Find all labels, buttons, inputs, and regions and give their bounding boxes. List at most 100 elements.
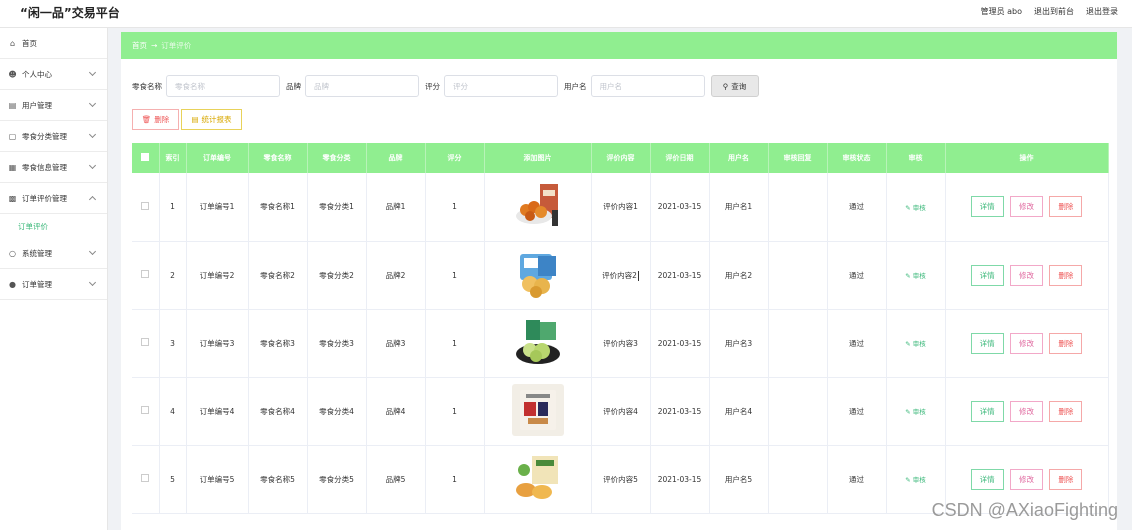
column-header: 索引	[159, 143, 187, 173]
approve-label: 审核	[912, 340, 926, 348]
column-header[interactable]: 评分	[425, 143, 485, 173]
stats-report-button[interactable]: ▤ 统计报表	[181, 109, 242, 130]
row-checkbox[interactable]	[141, 270, 150, 278]
category-cell: 零食分类4	[307, 377, 367, 446]
detail-button[interactable]: 详情	[970, 196, 1004, 218]
delete-button[interactable]: 删除	[1049, 400, 1083, 422]
approve-link[interactable]: ✎ 审核	[905, 340, 926, 348]
breadcrumb-arrow: →	[151, 41, 158, 50]
brand-cell: 品牌5	[366, 445, 426, 514]
column-header[interactable]: 用户名	[709, 143, 769, 173]
sidebar-item-profile[interactable]: ☻ 个人中心	[0, 59, 107, 90]
score-cell: 1	[425, 309, 485, 378]
snack-name-input[interactable]	[166, 75, 280, 97]
username-cell: 用户名1	[709, 173, 769, 242]
order-review-icon: ▩	[8, 193, 17, 203]
category-icon: ▢	[8, 131, 17, 141]
select-all-cell[interactable]	[132, 143, 160, 173]
detail-button[interactable]: 详情	[970, 264, 1004, 286]
approve-cell: ✎ 审核	[886, 377, 946, 446]
delete-button[interactable]: 删除	[1049, 196, 1083, 218]
delete-button[interactable]: 删除	[1049, 264, 1083, 286]
batch-delete-button[interactable]: 🗑 删除	[132, 109, 179, 130]
reply-cell	[768, 445, 828, 514]
column-header: 操作	[945, 143, 1109, 173]
score-input[interactable]	[444, 75, 558, 97]
column-header[interactable]: 评价日期	[650, 143, 710, 173]
column-header[interactable]: 审核状态	[827, 143, 887, 173]
batch-delete-label: 删除	[154, 115, 170, 124]
content-text: 评价内容2	[602, 270, 637, 280]
snack-photo	[515, 320, 560, 364]
edit-button[interactable]: 修改	[1010, 468, 1043, 490]
select-all-checkbox[interactable]	[141, 153, 150, 161]
approve-label: 审核	[912, 272, 926, 280]
snack-photo	[515, 183, 558, 226]
sidebar-item-system[interactable]: ○ 系统管理	[0, 238, 107, 269]
detail-button[interactable]: 详情	[970, 400, 1004, 422]
product-image	[511, 179, 564, 232]
row-checkbox[interactable]	[141, 474, 150, 482]
row-checkbox[interactable]	[141, 338, 150, 346]
edit-button[interactable]: 修改	[1010, 332, 1043, 354]
user-icon: ☻	[8, 69, 17, 79]
sidebar-item-order-review[interactable]: ▩ 订单评价管理	[0, 183, 107, 214]
product-image	[511, 384, 564, 436]
detail-button[interactable]: 详情	[970, 468, 1004, 490]
index-cell: 5	[159, 445, 187, 514]
row-select-cell[interactable]	[132, 445, 160, 514]
date-cell: 2021-03-15	[650, 173, 710, 242]
chevron-up-icon	[88, 195, 97, 204]
sidebar-item-label: 首页	[22, 38, 37, 48]
sidebar-item-label: 个人中心	[22, 69, 52, 79]
row-select-cell[interactable]	[132, 377, 160, 446]
sidebar-item-snack-info[interactable]: ▦ 零食信息管理	[0, 152, 107, 183]
column-header[interactable]: 审核回复	[768, 143, 828, 173]
sidebar-item-home[interactable]: ⌂ 首页	[0, 28, 107, 59]
column-header[interactable]: 添加图片	[484, 143, 592, 173]
score-cell: 1	[425, 445, 485, 514]
row-checkbox[interactable]	[141, 406, 150, 414]
username-cell: 用户名4	[709, 377, 769, 446]
breadcrumb-current: 订单评价	[161, 41, 192, 50]
row-checkbox[interactable]	[141, 201, 150, 210]
index-cell: 4	[159, 377, 187, 446]
column-header[interactable]: 订单编号	[186, 143, 249, 173]
brand-cell: 品牌3	[366, 309, 426, 378]
logout-link[interactable]: 退出登录	[1086, 6, 1118, 17]
approve-link[interactable]: ✎ 审核	[905, 272, 926, 280]
sidebar-item-orders[interactable]: ● 订单管理	[0, 269, 107, 300]
operation-cell: 详情 修改 删除	[945, 173, 1109, 242]
detail-button[interactable]: 详情	[970, 332, 1004, 354]
approve-cell: ✎ 审核	[886, 173, 946, 242]
column-header[interactable]: 评价内容	[591, 143, 651, 173]
row-select-cell[interactable]	[132, 241, 160, 310]
breadcrumb-home[interactable]: 首页	[132, 40, 147, 51]
approve-link[interactable]: ✎ 审核	[905, 476, 926, 484]
column-header[interactable]: 零食分类	[307, 143, 367, 173]
sidebar-item-users[interactable]: ▤ 用户管理	[0, 90, 107, 121]
sidebar-item-category[interactable]: ▢ 零食分类管理	[0, 121, 107, 152]
sidebar-subitem-order-review[interactable]: 订单评价	[0, 214, 107, 238]
delete-button[interactable]: 删除	[1049, 468, 1083, 490]
column-header[interactable]: 审核	[886, 143, 946, 173]
edit-button[interactable]: 修改	[1010, 400, 1043, 422]
edit-button[interactable]: 修改	[1010, 196, 1043, 218]
top-nav: 管理员 abo 退出到前台 退出登录	[981, 6, 1118, 17]
username-input[interactable]	[590, 75, 705, 97]
to-front-link[interactable]: 退出到前台	[1034, 6, 1074, 17]
reply-cell	[768, 309, 828, 378]
column-header[interactable]: 零食名称	[248, 143, 308, 173]
approve-link[interactable]: ✎ 审核	[905, 204, 926, 212]
query-button[interactable]: ⚲ 查询	[710, 75, 759, 97]
username-cell: 用户名2	[709, 241, 769, 310]
approve-link[interactable]: ✎ 审核	[905, 408, 926, 416]
order-icon: ●	[9, 279, 16, 289]
brand-input[interactable]	[305, 75, 419, 97]
column-header[interactable]: 品牌	[366, 143, 426, 173]
row-select-cell[interactable]	[132, 309, 160, 378]
delete-button[interactable]: 删除	[1049, 332, 1083, 354]
row-select-cell[interactable]	[132, 173, 160, 242]
edit-button[interactable]: 修改	[1010, 264, 1043, 286]
sidebar-item-label: 系统管理	[22, 248, 52, 258]
